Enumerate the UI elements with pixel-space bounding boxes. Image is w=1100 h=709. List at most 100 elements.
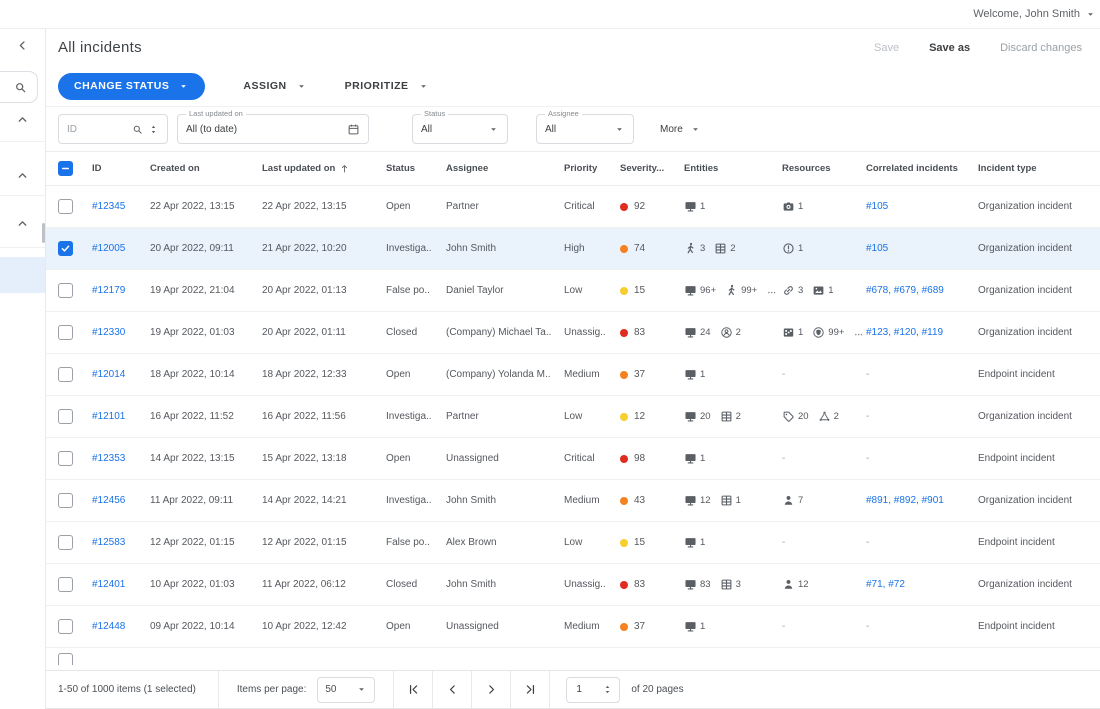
- row-checkbox[interactable]: [58, 241, 73, 256]
- sidebar-search-button[interactable]: [0, 71, 38, 103]
- status-filter-label: Status: [421, 109, 448, 118]
- stepper-icon[interactable]: [602, 684, 613, 695]
- column-header[interactable]: Last updated on: [262, 163, 386, 174]
- column-header[interactable]: Resources: [782, 163, 866, 174]
- priority-cell: Low: [564, 537, 620, 548]
- discard-changes-button[interactable]: Discard changes: [1000, 42, 1082, 54]
- row-checkbox[interactable]: [58, 283, 73, 298]
- sidebar-scrollbar[interactable]: [42, 223, 45, 243]
- change-status-button[interactable]: CHANGE STATUS: [58, 73, 205, 100]
- table-row[interactable]: #12448 09 Apr 2022, 10:14 10 Apr 2022, 1…: [46, 606, 1100, 648]
- correlated-incident-links[interactable]: #105: [866, 243, 888, 254]
- row-checkbox[interactable]: [58, 653, 73, 665]
- assignee-cell: John Smith: [446, 579, 564, 590]
- first-page-button[interactable]: [394, 671, 433, 708]
- caret-down-icon: [356, 684, 367, 695]
- items-per-page-select[interactable]: 50: [317, 677, 375, 703]
- more-filters-button[interactable]: More: [660, 124, 701, 135]
- column-header[interactable]: Entities: [684, 163, 782, 174]
- id-filter-input[interactable]: [67, 124, 127, 135]
- select-all-checkbox[interactable]: [58, 161, 92, 176]
- row-checkbox[interactable]: [58, 367, 73, 382]
- chevron-up-icon: [16, 169, 29, 182]
- sidebar-divider: [0, 247, 45, 248]
- correlated-incident-links[interactable]: #105: [866, 201, 888, 212]
- incident-id-link[interactable]: #12353: [92, 453, 125, 464]
- status-filter[interactable]: Status All: [412, 114, 508, 144]
- table-row[interactable]: #12101 16 Apr 2022, 11:52 16 Apr 2022, 1…: [46, 396, 1100, 438]
- sidebar-section-toggle-1[interactable]: [0, 113, 45, 126]
- sidebar-section-toggle-2[interactable]: [0, 169, 45, 182]
- last-updated-cell: 22 Apr 2022, 13:15: [262, 201, 386, 212]
- sidebar-section-toggle-3[interactable]: [0, 217, 45, 230]
- calendar-icon[interactable]: [347, 123, 360, 136]
- resources-cell: 199+: [782, 326, 866, 339]
- entities-cell: 242: [684, 326, 782, 339]
- row-checkbox[interactable]: [58, 451, 73, 466]
- stepper-icon[interactable]: [148, 124, 159, 135]
- row-checkbox[interactable]: [58, 325, 73, 340]
- sidebar-collapse-button[interactable]: [0, 39, 45, 52]
- row-checkbox[interactable]: [58, 409, 73, 424]
- next-page-button[interactable]: [472, 671, 511, 708]
- column-header[interactable]: Created on: [150, 163, 262, 174]
- incident-id-link[interactable]: #12014: [92, 369, 125, 380]
- column-header[interactable]: Assignee: [446, 163, 564, 174]
- assign-button[interactable]: ASSIGN: [243, 80, 306, 92]
- incident-id-link[interactable]: #12401: [92, 579, 125, 590]
- column-header[interactable]: Severity...: [620, 163, 684, 174]
- incident-id-link[interactable]: #12345: [92, 201, 125, 212]
- table-row[interactable]: #12005 20 Apr 2022, 09:11 21 Apr 2022, 1…: [46, 228, 1100, 270]
- column-header[interactable]: Status: [386, 163, 446, 174]
- last-page-button[interactable]: [511, 671, 550, 708]
- assignee-cell: Partner: [446, 411, 564, 422]
- column-header[interactable]: Incident type: [978, 163, 1100, 174]
- incident-id-link[interactable]: #12456: [92, 495, 125, 506]
- assignee-filter[interactable]: Assignee All: [536, 114, 634, 144]
- table-row[interactable]: #12345 22 Apr 2022, 13:15 22 Apr 2022, 1…: [46, 186, 1100, 228]
- incident-id-link[interactable]: #12448: [92, 621, 125, 632]
- incident-id-link[interactable]: #12179: [92, 285, 125, 296]
- table-row[interactable]: #12330 19 Apr 2022, 01:03 20 Apr 2022, 0…: [46, 312, 1100, 354]
- prioritize-button[interactable]: PRIORITIZE: [345, 80, 429, 92]
- correlated-incidents-cell: #105: [866, 201, 978, 212]
- table-row-partial[interactable]: [46, 648, 1100, 665]
- correlated-incident-links[interactable]: #123, #120, #119: [866, 327, 943, 338]
- status-cell: Open: [386, 453, 446, 464]
- search-icon[interactable]: [132, 124, 143, 135]
- table-row[interactable]: #12401 10 Apr 2022, 01:03 11 Apr 2022, 0…: [46, 564, 1100, 606]
- column-header[interactable]: Correlated incidents: [866, 163, 978, 174]
- row-checkbox[interactable]: [58, 619, 73, 634]
- alert-circle-icon: 1: [782, 242, 803, 255]
- correlated-incident-links[interactable]: #678, #679, #689: [866, 285, 944, 296]
- correlated-incident-links[interactable]: #891, #892, #901: [866, 495, 944, 506]
- save-as-button[interactable]: Save as: [929, 42, 970, 54]
- last-updated-filter[interactable]: Last updated on All (to date): [177, 114, 369, 144]
- column-header[interactable]: ID: [92, 163, 150, 174]
- created-on-cell: 22 Apr 2022, 13:15: [150, 201, 262, 212]
- table-row[interactable]: #12583 12 Apr 2022, 01:15 12 Apr 2022, 0…: [46, 522, 1100, 564]
- table-row[interactable]: #12179 19 Apr 2022, 21:04 20 Apr 2022, 0…: [46, 270, 1100, 312]
- save-button[interactable]: Save: [874, 42, 899, 54]
- monitor-icon: 96+: [684, 284, 716, 297]
- incident-id-link[interactable]: #12005: [92, 243, 125, 254]
- incident-id-link[interactable]: #12330: [92, 327, 125, 338]
- incident-id-link[interactable]: #12101: [92, 411, 125, 422]
- incident-id-link[interactable]: #12583: [92, 537, 125, 548]
- user-menu-caret-icon[interactable]: [1085, 9, 1096, 20]
- table-row[interactable]: #12456 11 Apr 2022, 09:11 14 Apr 2022, 1…: [46, 480, 1100, 522]
- last-updated-label: Last updated on: [186, 109, 246, 118]
- correlated-incident-links[interactable]: #71, #72: [866, 579, 905, 590]
- column-header[interactable]: Priority: [564, 163, 620, 174]
- row-checkbox[interactable]: [58, 493, 73, 508]
- row-checkbox[interactable]: [58, 535, 73, 550]
- table-row[interactable]: #12014 18 Apr 2022, 10:14 18 Apr 2022, 1…: [46, 354, 1100, 396]
- page-number-input[interactable]: [576, 684, 596, 695]
- row-checkbox[interactable]: [58, 199, 73, 214]
- grid-icon: 1: [720, 494, 741, 507]
- row-checkbox-cell: [58, 283, 92, 298]
- row-checkbox[interactable]: [58, 577, 73, 592]
- last-updated-value: All (to date): [186, 124, 237, 135]
- previous-page-button[interactable]: [433, 671, 472, 708]
- table-row[interactable]: #12353 14 Apr 2022, 13:15 15 Apr 2022, 1…: [46, 438, 1100, 480]
